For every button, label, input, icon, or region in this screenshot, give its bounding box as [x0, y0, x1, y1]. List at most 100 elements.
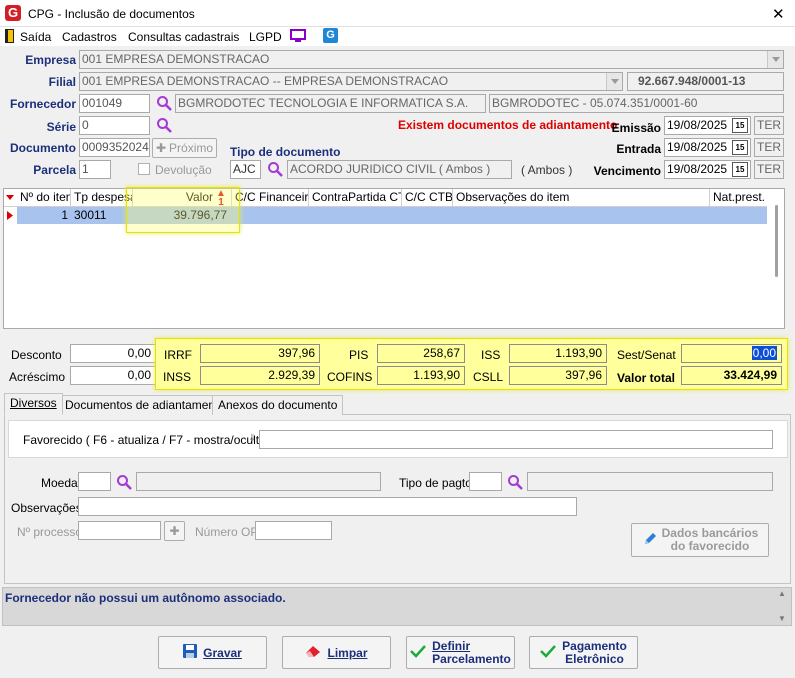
fornecedor-code-input[interactable]: 001049 [79, 94, 150, 113]
col-header-observacoes[interactable]: Observações do item [453, 189, 710, 206]
close-icon[interactable]: ✕ [772, 5, 785, 23]
col-header-cc-ctb[interactable]: C/C CTB [402, 189, 453, 206]
pin-icon: ⇓ [248, 433, 257, 444]
gravar-button[interactable]: Gravar [158, 636, 267, 669]
monitor-icon[interactable] [290, 29, 306, 43]
status-scroll-down-icon[interactable]: ▼ [778, 614, 786, 623]
col-header-item[interactable]: Nº do item [17, 189, 71, 206]
numero-op-input[interactable] [255, 521, 332, 540]
acrescimo-label: Acréscimo [9, 370, 66, 384]
filial-cnpj: 92.667.948/0001-13 [627, 72, 784, 91]
sest-senat-value: 0,00 [751, 346, 777, 360]
tab-diversos[interactable]: Diversos [4, 393, 63, 415]
col-header-contrapartida[interactable]: ContraPartida CTB [309, 189, 402, 206]
cell-item[interactable]: 1 [17, 207, 71, 224]
valor-total-field: 33.424,99 [681, 366, 782, 385]
exit-icon[interactable] [5, 29, 14, 43]
pencil-icon [642, 531, 658, 550]
definir-parcelamento-button[interactable]: Definir Parcelamento [406, 636, 515, 669]
search-icon[interactable] [155, 94, 173, 112]
adiantamento-warning: Existem documentos de adiantamento [398, 118, 618, 132]
col-header-tp-despesa[interactable]: Tp despesa [71, 189, 133, 206]
menu-consultas-cadastrais[interactable]: Consultas cadastrais [128, 30, 239, 44]
plus-icon: ✚ [155, 141, 167, 155]
cofins-field[interactable]: 1.193,90 [377, 366, 465, 385]
inss-field[interactable]: 2.929,39 [200, 366, 320, 385]
calendar-icon[interactable]: 15 [732, 140, 748, 155]
search-icon[interactable] [506, 473, 524, 491]
acrescimo-input[interactable]: 0,00 [70, 366, 156, 385]
col-header-cc-financeiro[interactable]: C/C Financeiro [232, 189, 309, 206]
empresa-label: Empresa [25, 53, 76, 67]
limpar-button[interactable]: Limpar [282, 636, 391, 669]
filial-select[interactable]: 001 EMPRESA DEMONSTRACAO -- EMPRESA DEMO… [79, 72, 623, 91]
serie-input[interactable]: 0 [79, 116, 150, 135]
sest-senat-label: Sest/Senat [617, 348, 676, 362]
devolucao-checkbox[interactable] [138, 163, 150, 175]
pagamento-eletronico-button[interactable]: Pagamento Eletrônico [529, 636, 638, 669]
cofins-label: COFINS [327, 370, 373, 384]
valor-highlight-box [126, 187, 240, 233]
status-scroll-up-icon[interactable]: ▲ [778, 589, 786, 598]
desconto-label: Desconto [11, 348, 62, 362]
calendar-icon[interactable]: 15 [732, 118, 748, 133]
parcela-input[interactable]: 1 [79, 160, 111, 179]
documento-input[interactable]: 0009352024 [79, 138, 150, 157]
menu-cadastros[interactable]: Cadastros [62, 30, 117, 44]
menu-bar [0, 27, 795, 46]
g-app-icon[interactable]: G [323, 28, 338, 43]
empresa-select[interactable]: 001 EMPRESA DEMONSTRACAO [79, 50, 784, 69]
menu-saida[interactable]: Saída [20, 30, 51, 44]
save-icon [183, 644, 198, 661]
processo-input[interactable] [78, 521, 161, 540]
entrada-weekday: TER [754, 138, 784, 157]
check-icon [540, 644, 557, 661]
scrollbar-thumb[interactable] [775, 205, 778, 277]
desconto-input[interactable]: 0,00 [70, 344, 156, 363]
moeda-input[interactable] [78, 472, 111, 491]
filial-label: Filial [48, 75, 76, 89]
csll-field[interactable]: 397,96 [509, 366, 607, 385]
chevron-down-icon[interactable] [606, 73, 622, 90]
irrf-label: IRRF [164, 348, 192, 362]
serie-label: Série [46, 120, 76, 134]
row-selected-indicator-icon [4, 207, 17, 224]
status-message: Fornecedor não possui um autônomo associ… [5, 591, 286, 605]
grid-vertical-scrollbar[interactable] [769, 189, 784, 328]
observacoes-input[interactable] [78, 497, 577, 516]
col-header-nat-prest[interactable]: Nat.prest. [710, 189, 767, 206]
favorecido-input[interactable] [259, 430, 773, 449]
search-icon[interactable] [266, 160, 284, 178]
tipo-code-input[interactable]: AJC [230, 160, 261, 179]
moeda-description [136, 472, 381, 491]
tipo-pagto-input[interactable] [469, 472, 502, 491]
calendar-icon[interactable]: 15 [732, 162, 748, 177]
pis-field[interactable]: 258,67 [377, 344, 465, 363]
pagamento-line2: Eletrônico [565, 651, 624, 666]
devolucao-label: Devolução [155, 163, 212, 177]
dados-bancarios-button[interactable]: Dados bancários do favorecido [631, 523, 769, 557]
cell-tp-despesa[interactable]: 30011 [71, 207, 133, 224]
tab-diversos-label: Diversos [10, 396, 57, 410]
fornecedor-name: BGMRODOTEC TECNOLOGIA E INFORMATICA S.A. [175, 94, 486, 113]
search-icon[interactable] [115, 473, 133, 491]
proximo-button[interactable]: ✚ Próximo [152, 138, 217, 158]
search-icon[interactable] [155, 116, 173, 134]
fornecedor-cnpj: BGMRODOTEC - 05.074.351/0001-60 [489, 94, 784, 113]
add-processo-button[interactable]: ✚ [164, 521, 185, 541]
numero-op-label: Número OP [195, 525, 259, 539]
tab-documentos-adiantamento[interactable]: Documentos de adiantamento [59, 395, 232, 415]
menu-lgpd[interactable]: LGPD [249, 30, 282, 44]
pagamento-line1: Pagamento [562, 638, 627, 653]
dados-bancarios-line2: do favorecido [670, 539, 750, 553]
vencimento-weekday: TER [754, 160, 784, 179]
gravar-label: Gravar [203, 645, 242, 660]
iss-field[interactable]: 1.193,90 [509, 344, 607, 363]
chevron-down-icon[interactable] [767, 51, 783, 68]
tab-anexos[interactable]: Anexos do documento [212, 395, 344, 415]
limpar-label: Limpar [327, 645, 368, 660]
grid-header-marker [4, 189, 18, 206]
definir-line2: Parcelamento [432, 651, 511, 666]
sest-senat-field[interactable]: 0,00 [681, 344, 782, 363]
irrf-field[interactable]: 397,96 [200, 344, 320, 363]
